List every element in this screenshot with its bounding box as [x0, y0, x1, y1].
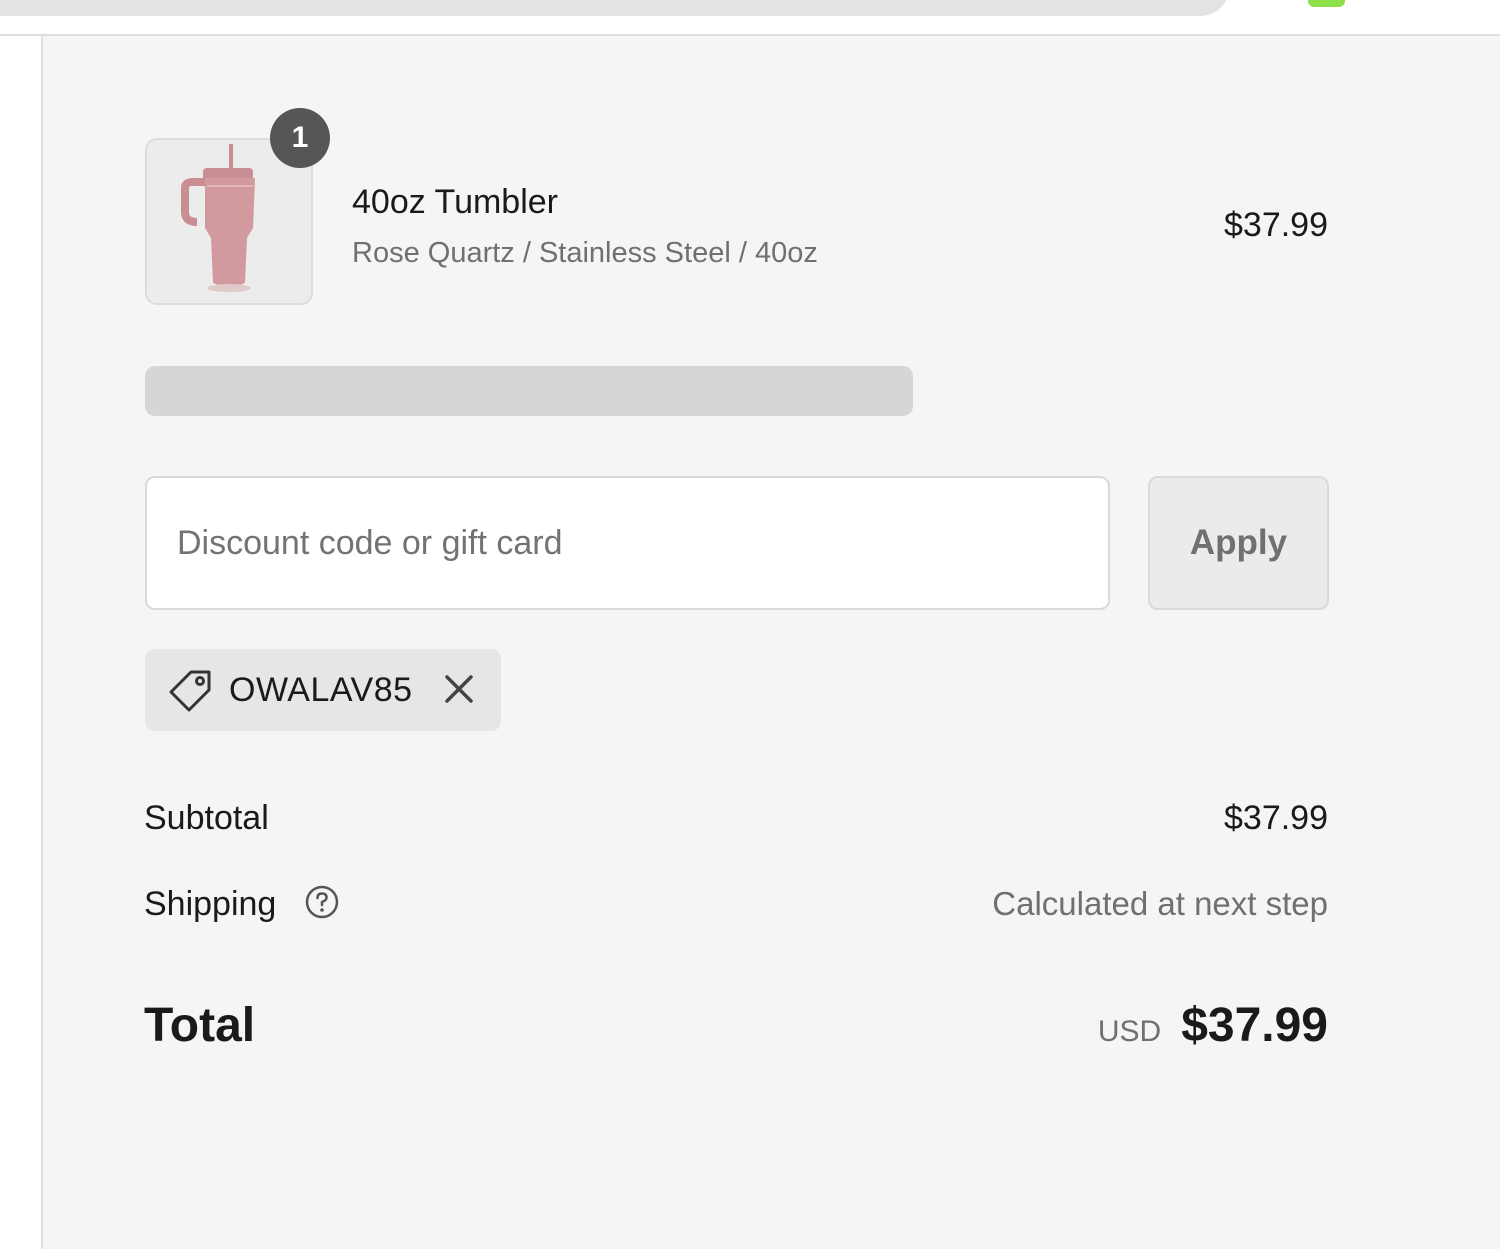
discount-code-input[interactable] [145, 476, 1110, 610]
browser-tab-strip [0, 0, 1230, 16]
currency-code: USD [1097, 1015, 1162, 1048]
close-icon[interactable] [441, 671, 477, 707]
loading-placeholder [145, 366, 913, 416]
question-icon[interactable] [304, 884, 340, 920]
tag-icon [169, 670, 211, 712]
product-variant: Rose Quartz / Stainless Steel / 40oz [352, 237, 818, 269]
main-content-pane [0, 36, 43, 1249]
extension-indicator [1308, 0, 1345, 7]
apply-button[interactable]: Apply [1148, 476, 1329, 610]
shipping-value: Calculated at next step [992, 885, 1328, 922]
product-price: $37.99 [1224, 206, 1328, 244]
discount-code-label: OWALAV85 [229, 671, 413, 709]
total-amount: USD $37.99 [1098, 998, 1328, 1054]
subtotal-label: Subtotal [144, 799, 269, 837]
total-value: $37.99 [1181, 999, 1328, 1052]
quantity-badge: 1 [270, 108, 330, 168]
product-name: 40oz Tumbler [352, 183, 558, 221]
total-label: Total [144, 999, 256, 1052]
browser-top-bar [0, 0, 1500, 36]
shipping-label: Shipping [144, 885, 277, 923]
subtotal-value: $37.99 [1224, 799, 1328, 837]
applied-discount-chip: OWALAV85 [145, 649, 501, 731]
